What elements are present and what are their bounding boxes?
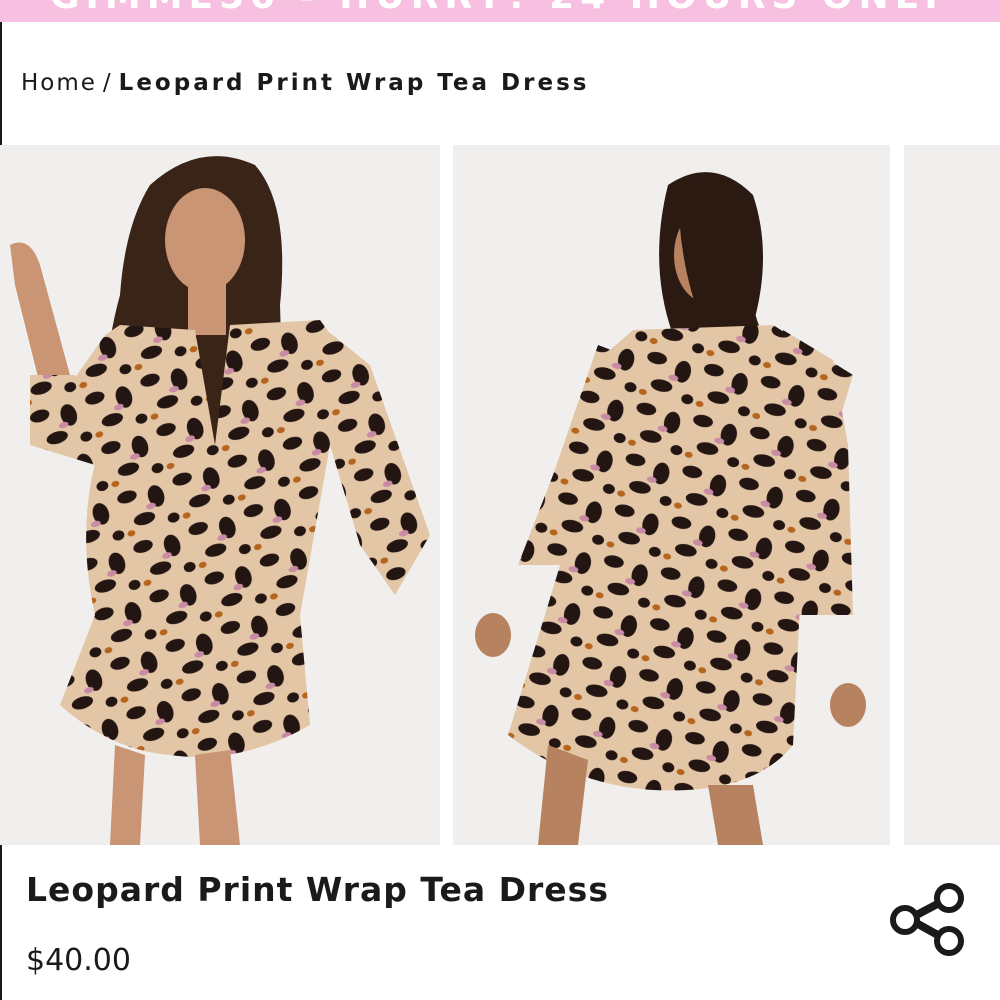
breadcrumb-separator: / <box>102 70 113 96</box>
product-image-front[interactable] <box>0 145 440 845</box>
product-photo-back <box>453 145 890 845</box>
breadcrumb-home-link[interactable]: Home <box>21 70 97 96</box>
share-icon <box>890 883 964 956</box>
product-image-gallery[interactable] <box>0 145 1000 956</box>
promo-banner[interactable]: GIMME50 - HURRY! 24 HOURS ONLY <box>0 0 1000 22</box>
promo-banner-text: GIMME50 - HURRY! 24 HOURS ONLY <box>0 0 1000 17</box>
product-image-back[interactable] <box>453 145 890 845</box>
breadcrumb: Home / Leopard Print Wrap Tea Dress <box>21 70 589 96</box>
product-image-next[interactable] <box>904 145 1000 845</box>
product-photo-front <box>0 145 440 845</box>
share-button[interactable] <box>884 875 970 961</box>
product-price: $40.00 <box>26 943 131 978</box>
product-title: Leopard Print Wrap Tea Dress <box>26 870 609 909</box>
breadcrumb-current: Leopard Print Wrap Tea Dress <box>118 70 590 96</box>
